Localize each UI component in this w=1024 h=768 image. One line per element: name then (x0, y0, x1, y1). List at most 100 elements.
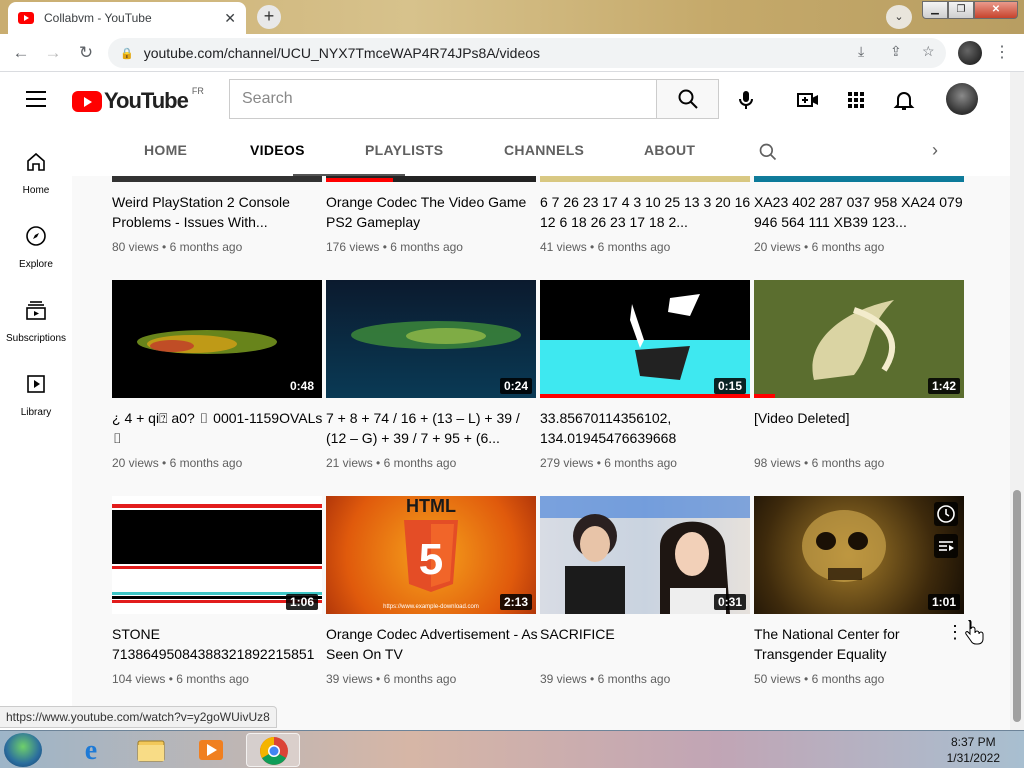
video-card[interactable]: 0:24 7 + 8 + 74 / 16 + (13 – L) + 39 / (… (326, 280, 536, 470)
chevron-right-icon[interactable]: › (932, 140, 938, 161)
video-title[interactable]: 6 7 26 23 17 4 3 10 25 13 3 20 16 12 6 1… (540, 192, 752, 232)
video-thumbnail[interactable]: 0:48 (112, 280, 322, 398)
video-thumbnail[interactable]: 0:31 (540, 496, 750, 614)
install-app-icon[interactable]: ⤓ (858, 43, 864, 60)
video-meta: 39 views • 6 months ago (540, 672, 671, 686)
browser-tab[interactable]: Collabvm - YouTube ✕ (8, 2, 246, 34)
tab-search-icon[interactable]: ⌄ (886, 5, 912, 29)
video-title[interactable]: Orange Codec Advertisement - As Seen On … (326, 624, 538, 664)
view-count: 104 views (112, 672, 166, 686)
browser-menu-icon[interactable]: ⋮ (994, 42, 1010, 62)
scrollbar-thumb[interactable] (1013, 490, 1021, 722)
video-thumbnail[interactable]: 1:06 (112, 496, 322, 614)
sidebar-label-explore: Explore (19, 259, 53, 270)
youtube-logo[interactable]: YouTube FR (72, 86, 204, 114)
video-title[interactable]: ¿ 4 + qi⍰ a0? ▯ 0001-1159OVALs ▯ (112, 408, 324, 448)
video-title[interactable]: SACRIFICE (540, 624, 752, 664)
video-card[interactable]: 0:48 ¿ 4 + qi⍰ a0? ▯ 0001-1159OVALs ▯ 20… (112, 280, 322, 470)
subscriptions-icon (26, 301, 46, 320)
sidebar-item-explore[interactable]: Explore (0, 224, 72, 270)
video-card[interactable]: 1:06 STONE 71386495084388321892215851 10… (112, 496, 322, 686)
video-card[interactable]: 0:15 33.85670114356102, 134.019454766396… (540, 280, 750, 470)
view-count: 98 views (754, 456, 801, 470)
tab-channels[interactable]: CHANNELS (504, 142, 584, 158)
video-title[interactable]: STONE 71386495084388321892215851 (112, 624, 324, 664)
search-button[interactable] (656, 79, 719, 119)
video-card[interactable]: 1:01 The National Center for Transgender… (754, 496, 964, 686)
browser-toolbar: ← → ↻ 🔒 youtube.com/channel/UCU_NYX7Tmce… (0, 34, 1024, 72)
add-to-queue-icon[interactable] (934, 534, 958, 558)
region-code: FR (191, 86, 204, 96)
apps-grid-icon[interactable] (844, 88, 868, 112)
video-title[interactable]: 33.85670114356102, 134.01945476639668 (540, 408, 752, 448)
video-thumbnail[interactable]: 1:01 (754, 496, 964, 614)
back-arrow-icon[interactable]: ← (10, 42, 32, 64)
video-thumbnail[interactable] (540, 176, 750, 182)
reload-icon[interactable]: ↻ (75, 42, 97, 64)
video-thumbnail[interactable] (112, 176, 322, 182)
notifications-bell-icon[interactable] (892, 88, 916, 112)
minimize-button[interactable]: ▁ (922, 1, 948, 19)
tab-videos[interactable]: VIDEOS (250, 142, 305, 158)
video-card[interactable]: Orange Codec The Video Game PS2 Gameplay… (326, 176, 536, 254)
internet-explorer-icon[interactable]: e (64, 733, 118, 767)
video-thumbnail[interactable]: HTML 5 https://www.example-download.com … (326, 496, 536, 614)
video-card[interactable]: Weird PlayStation 2 Console Problems - I… (112, 176, 322, 254)
channel-search-icon[interactable] (758, 142, 778, 162)
media-player-icon[interactable] (184, 733, 238, 767)
tab-about[interactable]: ABOUT (644, 142, 695, 158)
video-thumbnail[interactable]: 0:15 (540, 280, 750, 398)
taskbar-clock[interactable]: 8:37 PM 1/31/2022 (947, 734, 1000, 766)
video-card[interactable]: 1:42 [Video Deleted] 98 views • 6 months… (754, 280, 964, 470)
video-title[interactable]: [Video Deleted] (754, 408, 966, 448)
sidebar-label-library: Library (20, 407, 52, 418)
video-title[interactable]: 7 + 8 + 74 / 16 + (13 – L) + 39 / (12 – … (326, 408, 538, 448)
video-thumbnail[interactable]: 0:24 (326, 280, 536, 398)
create-video-icon[interactable] (796, 88, 820, 112)
video-thumbnail[interactable] (754, 176, 964, 182)
link-status-bar: https://www.youtube.com/watch?v=y2goWUiv… (0, 706, 277, 728)
compass-icon (26, 226, 46, 246)
new-tab-button[interactable]: + (257, 5, 281, 29)
video-title[interactable]: Weird PlayStation 2 Console Problems - I… (112, 192, 324, 232)
address-bar[interactable]: 🔒 youtube.com/channel/UCU_NYX7TmceWAP4R7… (108, 38, 946, 68)
duration-badge: 0:48 (285, 378, 318, 394)
file-explorer-icon[interactable] (124, 733, 178, 767)
tab-home[interactable]: HOME (144, 142, 187, 158)
close-window-button[interactable]: ✕ (974, 1, 1018, 19)
video-card[interactable]: 6 7 26 23 17 4 3 10 25 13 3 20 16 12 6 1… (540, 176, 750, 254)
tab-playlists[interactable]: PLAYLISTS (365, 142, 443, 158)
sidebar-item-library[interactable]: Library (0, 372, 72, 418)
video-card[interactable]: HTML 5 https://www.example-download.com … (326, 496, 538, 686)
video-card[interactable]: XA23 402 287 037 958 XA24 079 946 564 11… (754, 176, 964, 254)
channel-tabs: HOME VIDEOS PLAYLISTS CHANNELS ABOUT › (72, 128, 1010, 176)
duration-badge: 1:42 (927, 378, 960, 394)
search-input[interactable]: Search (229, 79, 656, 119)
start-button[interactable] (4, 733, 42, 767)
chrome-taskbar-icon[interactable] (246, 733, 300, 767)
maximize-button[interactable]: ❐ (948, 1, 974, 19)
tab-close-icon[interactable]: ✕ (224, 10, 236, 27)
video-thumbnail[interactable]: 1:42 (754, 280, 964, 398)
video-card[interactable]: 0:31 SACRIFICE 39 views • 6 months ago (540, 496, 750, 686)
forward-arrow-icon[interactable]: → (42, 42, 64, 64)
hamburger-menu-icon[interactable] (26, 91, 46, 112)
video-grid: Weird PlayStation 2 Console Problems - I… (72, 176, 1010, 730)
microphone-icon[interactable] (734, 88, 758, 112)
watch-later-icon[interactable] (934, 502, 958, 526)
page-scrollbar[interactable] (1010, 72, 1024, 730)
youtube-page: YouTube FR Search Home Explore Subscript… (0, 72, 1024, 730)
video-action-menu-icon[interactable]: ⋮ (946, 622, 964, 643)
video-title[interactable]: The National Center for Transgender Equa… (754, 624, 934, 664)
video-thumbnail[interactable] (326, 176, 536, 182)
user-avatar[interactable] (946, 83, 978, 115)
upload-age: 6 months ago (811, 456, 885, 470)
video-title[interactable]: XA23 402 287 037 958 XA24 079 946 564 11… (754, 192, 966, 232)
thumbnail-watermark: https://www.example-download.com (383, 604, 479, 610)
sidebar-item-subscriptions[interactable]: Subscriptions (0, 298, 72, 344)
share-icon[interactable]: ⇪ (890, 43, 902, 60)
browser-profile-avatar[interactable] (958, 41, 982, 65)
video-title[interactable]: Orange Codec The Video Game PS2 Gameplay (326, 192, 538, 232)
sidebar-item-home[interactable]: Home (0, 150, 72, 196)
bookmark-star-icon[interactable]: ☆ (922, 43, 935, 60)
